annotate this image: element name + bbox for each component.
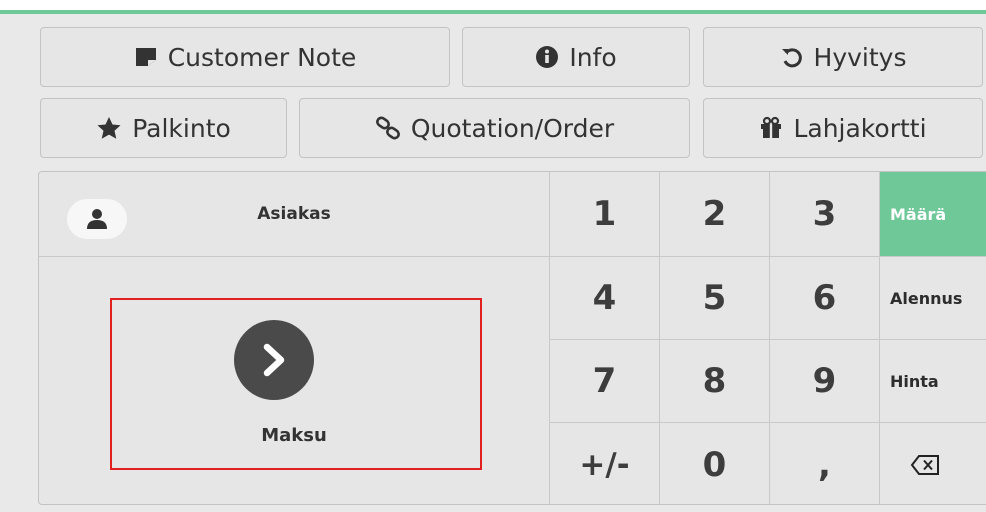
- key-0[interactable]: 0: [660, 423, 769, 504]
- quantity-mode-button[interactable]: Määrä: [880, 172, 986, 256]
- key-3[interactable]: 3: [770, 172, 879, 256]
- key-8[interactable]: 8: [660, 340, 769, 422]
- discount-mode-button[interactable]: Alennus: [880, 257, 986, 339]
- price-mode-button[interactable]: Hinta: [880, 340, 986, 422]
- quotation-order-button[interactable]: Quotation/Order: [299, 98, 690, 158]
- undo-icon: [780, 45, 804, 69]
- reward-label: Palkinto: [132, 113, 231, 143]
- info-button[interactable]: Info: [462, 27, 690, 87]
- key-9[interactable]: 9: [770, 340, 879, 422]
- key-5[interactable]: 5: [660, 257, 769, 339]
- chevron-right-icon: [263, 343, 285, 377]
- link-icon: [375, 116, 401, 140]
- gift-icon: [759, 116, 783, 140]
- info-label: Info: [569, 42, 617, 72]
- payment-label: Maksu: [261, 424, 327, 446]
- customer-note-button[interactable]: Customer Note: [40, 27, 450, 87]
- refund-label: Hyvitys: [813, 42, 907, 72]
- note-icon: [134, 46, 158, 68]
- backspace-icon: [910, 454, 939, 475]
- refund-button[interactable]: Hyvitys: [703, 27, 983, 87]
- info-icon: [535, 45, 559, 69]
- key-6[interactable]: 6: [770, 257, 879, 339]
- keypad: Asiakas Maksu 1 2 3 Määrä 4 5 6 Alennus …: [38, 171, 986, 505]
- customer-note-label: Customer Note: [167, 42, 357, 72]
- key-1[interactable]: 1: [550, 172, 659, 256]
- quotation-order-label: Quotation/Order: [410, 113, 615, 143]
- pos-screen: Customer Note Info Hyvitys Palkinto Quot…: [0, 0, 986, 512]
- payment-button[interactable]: Maksu: [39, 257, 549, 504]
- key-plus-minus[interactable]: +/-: [550, 423, 659, 504]
- gift-card-label: Lahjakortti: [793, 113, 927, 143]
- key-2[interactable]: 2: [660, 172, 769, 256]
- key-comma[interactable]: ,: [770, 423, 879, 504]
- reward-button[interactable]: Palkinto: [40, 98, 287, 158]
- customer-button[interactable]: Asiakas: [39, 172, 549, 256]
- payment-circle: [234, 320, 314, 400]
- backspace-button[interactable]: [880, 423, 986, 504]
- key-7[interactable]: 7: [550, 340, 659, 422]
- gift-card-button[interactable]: Lahjakortti: [703, 98, 983, 158]
- star-icon: [96, 116, 122, 140]
- key-4[interactable]: 4: [550, 257, 659, 339]
- customer-label: Asiakas: [257, 204, 331, 224]
